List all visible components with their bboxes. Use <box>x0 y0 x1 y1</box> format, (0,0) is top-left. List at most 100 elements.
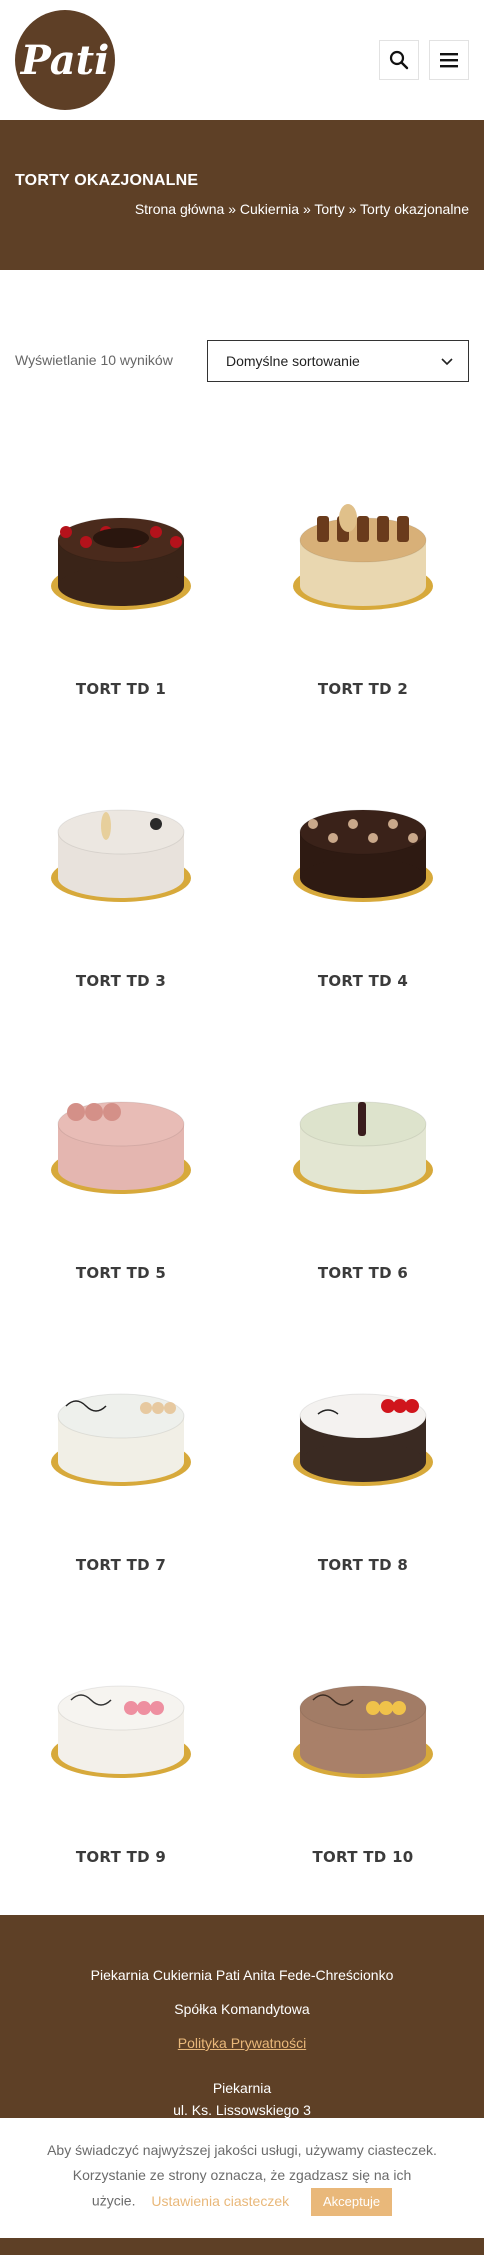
cake-top <box>299 809 427 854</box>
chocolate-ball-deco <box>388 818 398 829</box>
product-title[interactable]: TORT TD 5 <box>0 1264 242 1282</box>
cake-top <box>299 1393 427 1438</box>
breadcrumb: Strona główna » Cukiernia » Torty » Tort… <box>135 201 469 217</box>
product-image[interactable] <box>242 762 484 937</box>
product-title[interactable]: TORT TD 9 <box>0 1848 242 1866</box>
cookie-text-line3: użycie. <box>91 2192 136 2209</box>
product-image[interactable] <box>0 1054 242 1229</box>
breadcrumb-current: Torty okazjonalne <box>360 201 469 217</box>
yellow-flower-deco <box>366 1700 380 1715</box>
product-image[interactable] <box>242 1638 484 1813</box>
product-card[interactable]: TORT TD 4 <box>242 762 484 1054</box>
footer-company-name: Piekarnia Cukiernia Pati Anita Fede-Chre… <box>90 1967 394 1983</box>
privacy-policy-link[interactable]: Polityka Prywatności <box>178 2035 306 2051</box>
chocolate-bar-deco <box>317 515 329 542</box>
shop-toolbar: Wyświetlanie 10 wyników Domyślne sortowa… <box>0 270 484 440</box>
cherry-deco <box>150 525 162 538</box>
product-card[interactable]: TORT TD 5 <box>0 1054 242 1346</box>
cake-base <box>58 1441 184 1482</box>
logo[interactable]: Pati <box>15 10 115 110</box>
cake-image <box>51 1393 191 1486</box>
chocolate-ball-deco <box>308 818 318 829</box>
rose-deco <box>85 1102 103 1121</box>
chocolate-shavings <box>93 527 149 548</box>
product-title[interactable]: TORT TD 3 <box>0 972 242 990</box>
flower-deco <box>152 1401 164 1414</box>
cookie-text-line2: Korzystanie ze strony oznacza, że zgadza… <box>72 2167 412 2183</box>
footer-address: ul. Ks. Lissowskiego 3 <box>173 2102 311 2118</box>
chocolate-ball-deco <box>368 832 378 843</box>
pink-flower-deco <box>150 1700 164 1715</box>
cake-base <box>300 857 426 898</box>
cake-image <box>293 1685 433 1778</box>
product-card[interactable]: TORT TD 2 <box>242 470 484 762</box>
chocolate-ball-deco <box>328 832 338 843</box>
breadcrumb-separator: » <box>228 201 237 217</box>
cookie-settings-link[interactable]: Ustawienia ciasteczek <box>151 2193 289 2209</box>
cookie-accept-button[interactable]: Akceptuje <box>311 2188 393 2216</box>
hamburger-menu-icon <box>440 53 458 68</box>
product-image[interactable] <box>0 1346 242 1521</box>
sort-value: Domyślne sortowanie <box>226 353 360 369</box>
breadcrumb-home[interactable]: Strona główna <box>135 201 225 217</box>
cake-top <box>299 1685 427 1730</box>
cake-image <box>293 809 433 902</box>
site-header: Pati <box>0 0 484 120</box>
cake-image <box>293 503 433 610</box>
cake-image <box>293 1101 433 1194</box>
breadcrumb-separator: » <box>302 201 311 217</box>
cherry-deco <box>80 535 92 548</box>
product-title[interactable]: TORT TD 6 <box>242 1264 484 1282</box>
product-image[interactable] <box>0 470 242 645</box>
product-image[interactable] <box>242 1054 484 1229</box>
rose-deco <box>103 1102 121 1121</box>
red-flower-deco <box>405 1398 419 1413</box>
product-card[interactable]: TORT TD 8 <box>242 1346 484 1638</box>
product-image[interactable] <box>0 1638 242 1813</box>
cake-base <box>300 1441 426 1482</box>
product-title[interactable]: TORT TD 1 <box>0 680 242 698</box>
rose-deco <box>67 1102 85 1121</box>
product-card[interactable]: TORT TD 1 <box>0 470 242 762</box>
cake-image <box>293 1393 433 1486</box>
chocolate-bar-deco <box>397 515 409 542</box>
cake-image <box>51 517 191 610</box>
yellow-flower-deco <box>379 1700 393 1715</box>
breadcrumb-torty[interactable]: Torty <box>314 201 344 217</box>
product-title[interactable]: TORT TD 2 <box>242 680 484 698</box>
breadcrumb-cukiernia[interactable]: Cukiernia <box>240 201 299 217</box>
spoon-deco <box>339 503 357 532</box>
search-button[interactable] <box>379 40 419 80</box>
cookie-text-line1: Aby świadczyć najwyższej jakości usługi,… <box>47 2142 437 2158</box>
cherry-deco <box>60 525 72 538</box>
cake-image <box>51 1685 191 1778</box>
product-title[interactable]: TORT TD 10 <box>242 1848 484 1866</box>
product-title[interactable]: TORT TD 4 <box>242 972 484 990</box>
red-flower-deco <box>393 1398 407 1413</box>
product-card[interactable]: TORT TD 10 <box>242 1638 484 1930</box>
cake-base <box>300 565 426 606</box>
chocolate-ball-deco <box>348 818 358 829</box>
product-card[interactable]: TORT TD 7 <box>0 1346 242 1638</box>
red-flower-deco <box>381 1398 395 1413</box>
product-grid: TORT TD 1 TORT TD 2 TORT TD 3 TORT TD 4 TORT… <box>0 440 484 1915</box>
cake-image <box>51 809 191 902</box>
product-image[interactable] <box>242 470 484 645</box>
pink-flower-deco <box>124 1700 138 1715</box>
chocolate-stick-deco <box>358 1101 366 1136</box>
cherry-deco <box>170 535 182 548</box>
product-card[interactable]: TORT TD 6 <box>242 1054 484 1346</box>
product-title[interactable]: TORT TD 8 <box>242 1556 484 1574</box>
product-card[interactable]: TORT TD 9 <box>0 1638 242 1930</box>
search-icon <box>389 50 409 70</box>
product-card[interactable]: TORT TD 3 <box>0 762 242 1054</box>
product-title[interactable]: TORT TD 7 <box>0 1556 242 1574</box>
product-image[interactable] <box>242 1346 484 1521</box>
footer-company-type: Spółka Komandytowa <box>174 2001 310 2017</box>
sort-dropdown[interactable]: Domyślne sortowanie <box>207 340 469 382</box>
menu-button[interactable] <box>429 40 469 80</box>
yellow-flower-deco <box>392 1700 406 1715</box>
chocolate-bar-deco <box>357 515 369 542</box>
product-image[interactable] <box>0 762 242 937</box>
flower-deco <box>164 1401 176 1414</box>
